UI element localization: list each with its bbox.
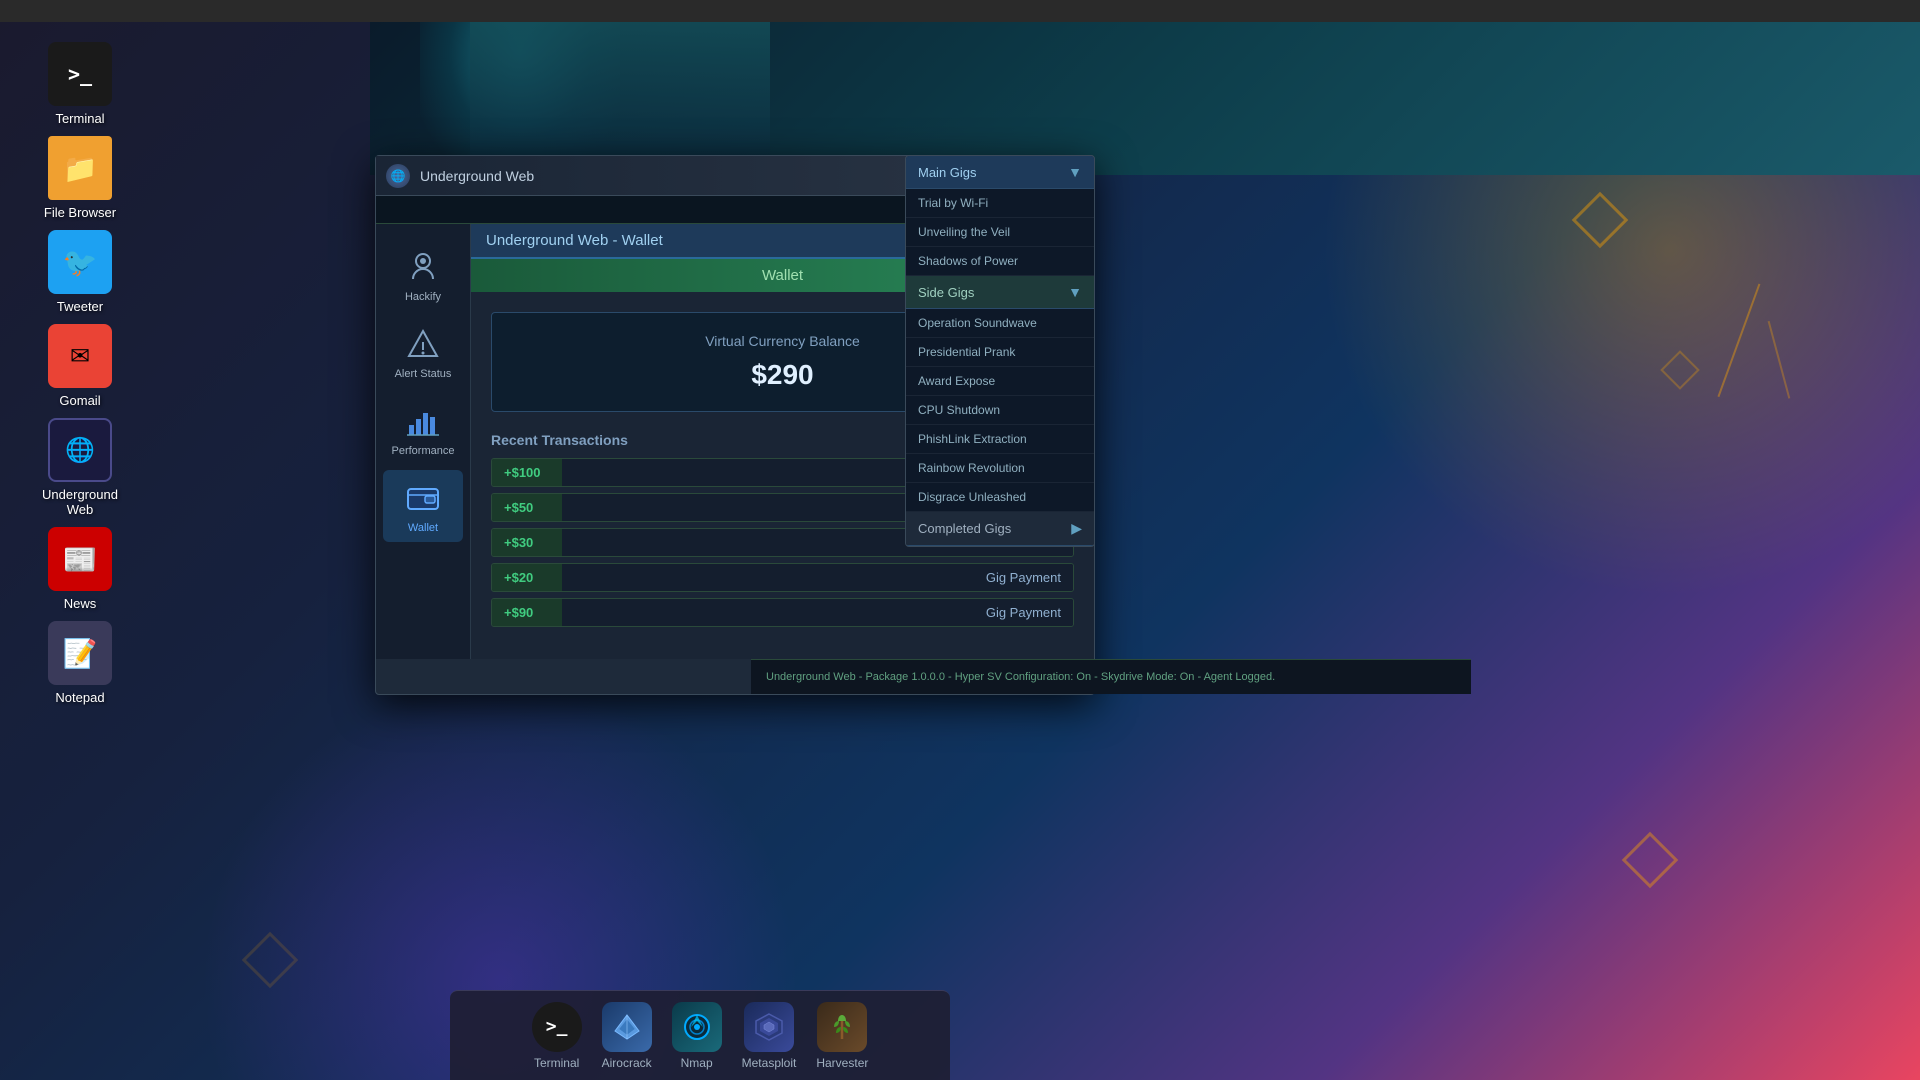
side-gig-item-6[interactable]: Disgrace Unleashed: [906, 483, 1094, 512]
terminal-label: Terminal: [55, 111, 104, 126]
side-gigs-expand-icon: ▼: [1068, 284, 1082, 300]
taskbar-app-nmap[interactable]: Nmap: [672, 1002, 722, 1070]
tweeter-label: Tweeter: [57, 299, 103, 314]
completed-gigs-label: Completed Gigs: [918, 521, 1011, 536]
taskbar-app-harvester[interactable]: Harvester: [816, 1002, 868, 1070]
side-gigs-label: Side Gigs: [918, 285, 974, 300]
alert-icon: [403, 324, 443, 364]
main-gig-item-1[interactable]: Unveiling the Veil: [906, 218, 1094, 247]
file-browser-label: File Browser: [44, 205, 116, 220]
taskbar-airocrack-label: Airocrack: [602, 1056, 652, 1070]
taskbar-terminal-label: Terminal: [534, 1056, 579, 1070]
underground-symbol: 🌐: [65, 436, 95, 465]
transaction-row-3: +$20 Gig Payment: [491, 563, 1074, 592]
right-panel: Main Gigs ▼ Trial by Wi-FiUnveiling the …: [905, 155, 1095, 547]
desktop-icon-underground-web[interactable]: 🌐 Underground Web: [30, 418, 130, 517]
window-app-icon: 🌐: [386, 164, 410, 188]
desktop-icon-gomail[interactable]: ✉ Gomail: [30, 324, 130, 408]
status-bar: Underground Web - Package 1.0.0.0 - Hype…: [751, 659, 1471, 694]
app-sidebar: Hackify Alert Status: [376, 224, 471, 659]
tweeter-symbol: 🐦: [63, 246, 98, 279]
side-gig-item-2[interactable]: Award Expose: [906, 367, 1094, 396]
side-gigs-header[interactable]: Side Gigs ▼: [906, 276, 1094, 309]
sidebar-item-hackify[interactable]: Hackify: [383, 239, 463, 311]
taskbar-terminal-icon: >_: [532, 1002, 582, 1052]
news-symbol: 📰: [63, 543, 98, 576]
wallet-title-text: Wallet: [762, 267, 803, 284]
taskbar-metasploit-label: Metasploit: [742, 1056, 797, 1070]
taskbar-airocrack-icon: [602, 1002, 652, 1052]
side-gig-item-5[interactable]: Rainbow Revolution: [906, 454, 1094, 483]
notepad-icon-img: 📝: [48, 621, 112, 685]
performance-icon: [403, 401, 443, 441]
sidebar-item-alert[interactable]: Alert Status: [383, 316, 463, 388]
taskbar-app-metasploit[interactable]: Metasploit: [742, 1002, 797, 1070]
notepad-symbol: 📝: [63, 637, 98, 670]
tx-amount-0: +$100: [492, 459, 562, 486]
sidebar-item-wallet[interactable]: Wallet: [383, 470, 463, 542]
taskbar-app-airocrack[interactable]: Airocrack: [602, 1002, 652, 1070]
completed-gigs-expand-icon: ▶: [1071, 520, 1082, 537]
news-icon-img: 📰: [48, 527, 112, 591]
terminal-icon-img: >_: [48, 42, 112, 106]
performance-label: Performance: [392, 445, 455, 457]
tx-amount-2: +$30: [492, 529, 562, 556]
gomail-icon-img: ✉: [48, 324, 112, 388]
main-gigs-list: Trial by Wi-FiUnveiling the VeilShadows …: [906, 189, 1094, 276]
taskbar-app-terminal[interactable]: >_ Terminal: [532, 1002, 582, 1070]
file-browser-symbol: 📁: [63, 152, 98, 185]
tx-amount-3: +$20: [492, 564, 562, 591]
desktop-icons: >_ Terminal 📁 File Browser 🐦 Tweeter ✉ G…: [0, 22, 160, 725]
taskbar-nmap-icon: [672, 1002, 722, 1052]
hackify-label: Hackify: [405, 291, 441, 303]
news-label: News: [64, 596, 97, 611]
sidebar-item-performance[interactable]: Performance: [383, 393, 463, 465]
desktop-icon-notepad[interactable]: 📝 Notepad: [30, 621, 130, 705]
alert-label: Alert Status: [395, 368, 452, 380]
window-icon-symbol: 🌐: [391, 169, 406, 183]
taskbar-harvester-icon: [817, 1002, 867, 1052]
main-gigs-label: Main Gigs: [918, 165, 977, 180]
desktop: >_ Terminal 📁 File Browser 🐦 Tweeter ✉ G…: [0, 0, 1920, 1080]
side-gig-item-0[interactable]: Operation Soundwave: [906, 309, 1094, 338]
wallet-icon: [403, 478, 443, 518]
hackify-icon: [403, 247, 443, 287]
completed-gigs-header[interactable]: Completed Gigs ▶: [906, 512, 1094, 546]
hero-area: [370, 0, 1920, 175]
side-gigs-list: Operation SoundwavePresidential PrankAwa…: [906, 309, 1094, 512]
taskbar-metasploit-icon: [744, 1002, 794, 1052]
underground-icon-img: 🌐: [48, 418, 112, 482]
side-gig-item-4[interactable]: PhishLink Extraction: [906, 425, 1094, 454]
notepad-label: Notepad: [55, 690, 104, 705]
desktop-icon-file-browser[interactable]: 📁 File Browser: [30, 136, 130, 220]
wallet-label: Wallet: [408, 522, 438, 534]
tx-desc-3: Gig Payment: [562, 564, 1073, 591]
status-text: Underground Web - Package 1.0.0.0 - Hype…: [766, 671, 1275, 683]
taskbar-terminal-symbol: >_: [546, 1016, 568, 1037]
file-browser-icon-img: 📁: [48, 136, 112, 200]
taskbar-harvester-label: Harvester: [816, 1056, 868, 1070]
side-gig-item-3[interactable]: CPU Shutdown: [906, 396, 1094, 425]
main-gigs-expand-icon: ▼: [1068, 164, 1082, 180]
content-header-text: Underground Web - Wallet: [486, 232, 663, 249]
main-gigs-header[interactable]: Main Gigs ▼: [906, 156, 1094, 189]
taskbar-nmap-label: Nmap: [681, 1056, 713, 1070]
transaction-row-4: +$90 Gig Payment: [491, 598, 1074, 627]
tweeter-icon-img: 🐦: [48, 230, 112, 294]
gomail-label: Gomail: [59, 393, 100, 408]
gomail-symbol: ✉: [70, 342, 90, 371]
side-gig-item-1[interactable]: Presidential Prank: [906, 338, 1094, 367]
desktop-icon-news[interactable]: 📰 News: [30, 527, 130, 611]
tx-desc-4: Gig Payment: [562, 599, 1073, 626]
desktop-icon-terminal[interactable]: >_ Terminal: [30, 42, 130, 126]
taskbar-top: [0, 0, 1920, 22]
tx-amount-4: +$90: [492, 599, 562, 626]
tx-amount-1: +$50: [492, 494, 562, 521]
terminal-symbol: >_: [68, 62, 92, 86]
main-gig-item-2[interactable]: Shadows of Power: [906, 247, 1094, 276]
desktop-icon-tweeter[interactable]: 🐦 Tweeter: [30, 230, 130, 314]
taskbar-bottom: >_ Terminal Airocrack: [450, 990, 950, 1080]
main-gig-item-0[interactable]: Trial by Wi-Fi: [906, 189, 1094, 218]
underground-label: Underground Web: [30, 487, 130, 517]
